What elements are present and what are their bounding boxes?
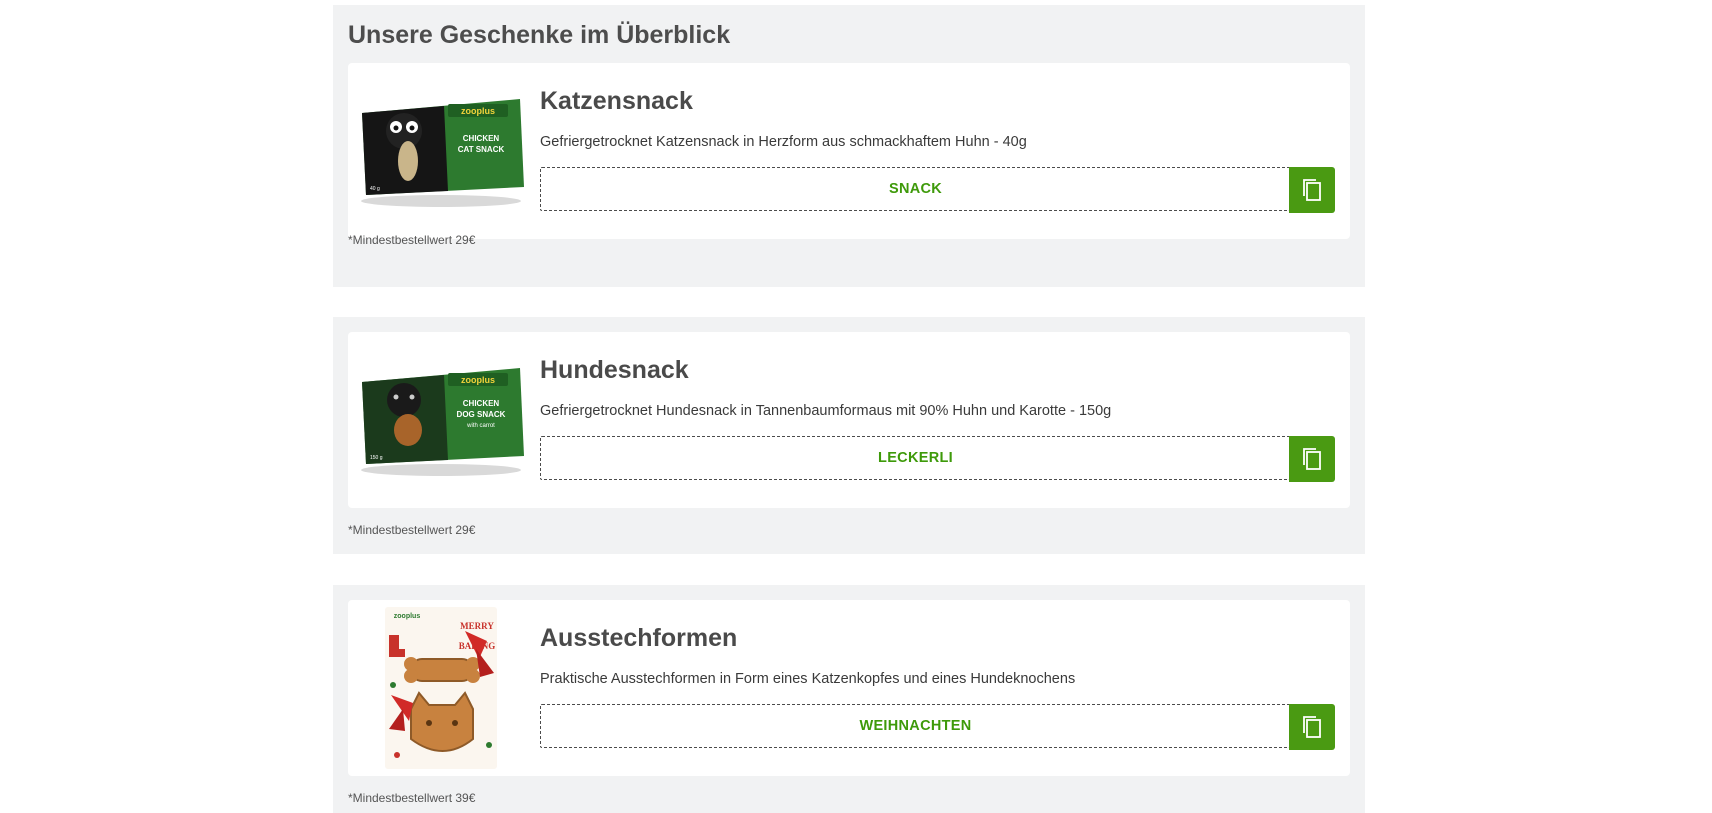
gift-section-2: zooplus CHICKEN DOG SNACK with carrot 15…: [333, 317, 1365, 554]
minimum-order-note: *Mindestbestellwert 29€: [348, 233, 476, 247]
coupon-code-field[interactable]: LECKERLI: [540, 436, 1290, 480]
gift-card-hundesnack: zooplus CHICKEN DOG SNACK with carrot 15…: [348, 332, 1350, 508]
copy-icon: [1303, 448, 1321, 470]
copy-icon: [1303, 716, 1321, 738]
gift-title: Hundesnack: [540, 356, 689, 384]
coupon-code-field[interactable]: SNACK: [540, 167, 1290, 211]
gift-description: Praktische Ausstechformen in Form eines …: [540, 671, 1076, 687]
dog-snack-product-image: zooplus CHICKEN DOG SNACK with carrot 15…: [356, 342, 526, 498]
brand-label: zooplus: [394, 613, 421, 620]
gift-card-ausstechformen: zooplus MERRY BAKING Ausstechformen Prak…: [348, 600, 1350, 776]
gift-description: Gefriergetrocknet Katzensnack in Herzfor…: [540, 134, 1027, 150]
package-line-2: CAT SNACK: [458, 145, 505, 154]
package-line-1: CHICKEN: [463, 134, 500, 143]
cookie-cutter-product-image: zooplus MERRY BAKING: [356, 607, 526, 769]
gift-section-3: zooplus MERRY BAKING Ausstechformen Prak…: [333, 585, 1365, 813]
package-weight: 40 g: [370, 186, 380, 192]
cat-snack-product-image: zooplus CHICKEN CAT SNACK 40 g: [356, 73, 526, 229]
copy-code-button[interactable]: [1289, 704, 1335, 750]
package-line-2: DOG SNACK: [457, 410, 506, 419]
gift-description: Gefriergetrocknet Hundesnack in Tannenba…: [540, 403, 1112, 419]
cat-snack-package: zooplus CHICKEN CAT SNACK 40 g: [361, 99, 524, 207]
gift-title: Ausstechformen: [540, 624, 738, 652]
cookie-cutter-package: zooplus MERRY BAKING: [385, 607, 497, 769]
package-line-1: MERRY: [460, 621, 494, 631]
gift-card-katzensnack: zooplus CHICKEN CAT SNACK 40 g Katzensna…: [348, 63, 1350, 239]
coupon-code-field[interactable]: WEIHNACHTEN: [540, 704, 1290, 748]
minimum-order-note: *Mindestbestellwert 39€: [348, 791, 476, 805]
brand-label: zooplus: [461, 375, 495, 385]
package-line-3: with carrot: [466, 423, 495, 429]
minimum-order-note: *Mindestbestellwert 29€: [348, 523, 476, 537]
copy-code-button[interactable]: [1289, 167, 1335, 213]
copy-code-button[interactable]: [1289, 436, 1335, 482]
package-line-1: CHICKEN: [463, 399, 500, 408]
gift-title: Katzensnack: [540, 87, 693, 115]
package-weight: 150 g: [370, 455, 383, 461]
section-heading: Unsere Geschenke im Überblick: [348, 21, 731, 49]
dog-snack-package: zooplus CHICKEN DOG SNACK with carrot 15…: [361, 368, 524, 476]
copy-icon: [1303, 179, 1321, 201]
brand-label: zooplus: [461, 106, 495, 116]
gift-section-1: Unsere Geschenke im Überblick zooplus CH…: [333, 5, 1365, 287]
